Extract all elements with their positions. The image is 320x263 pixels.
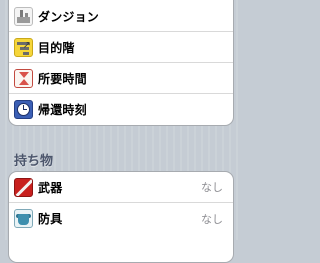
hourglass-icon [14, 68, 33, 88]
return-time-label: 帰還時刻 [38, 103, 87, 117]
weapon-row[interactable]: 武器 なし [9, 172, 233, 203]
clock-icon [14, 100, 33, 119]
armor-label: 防具 [38, 212, 63, 226]
target-floor-label: 目的階 [38, 40, 75, 55]
weapon-value: なし [201, 181, 223, 194]
inventory-header: 持ち物 [14, 154, 54, 169]
sword-icon [14, 177, 33, 197]
dungeon-label: ダンジョン [38, 9, 100, 24]
dungeon-row[interactable]: ダンジョン [9, 0, 233, 32]
inventory-group: 武器 なし 防具 なし [8, 171, 234, 263]
status-group: ダンジョン ↗ 目的階 所要時間 帰還時刻 [8, 0, 234, 126]
armor-row[interactable]: 防具 なし [9, 203, 233, 234]
return-time-row[interactable]: 帰還時刻 [9, 94, 233, 125]
dungeon-icon [14, 6, 33, 26]
required-time-row[interactable]: 所要時間 [9, 63, 233, 94]
required-time-label: 所要時間 [38, 71, 87, 86]
stairs-icon: ↗ [14, 37, 33, 57]
armor-icon [14, 209, 33, 228]
armor-value: なし [201, 212, 223, 226]
target-floor-row[interactable]: ↗ 目的階 [9, 32, 233, 63]
weapon-label: 武器 [38, 180, 63, 195]
